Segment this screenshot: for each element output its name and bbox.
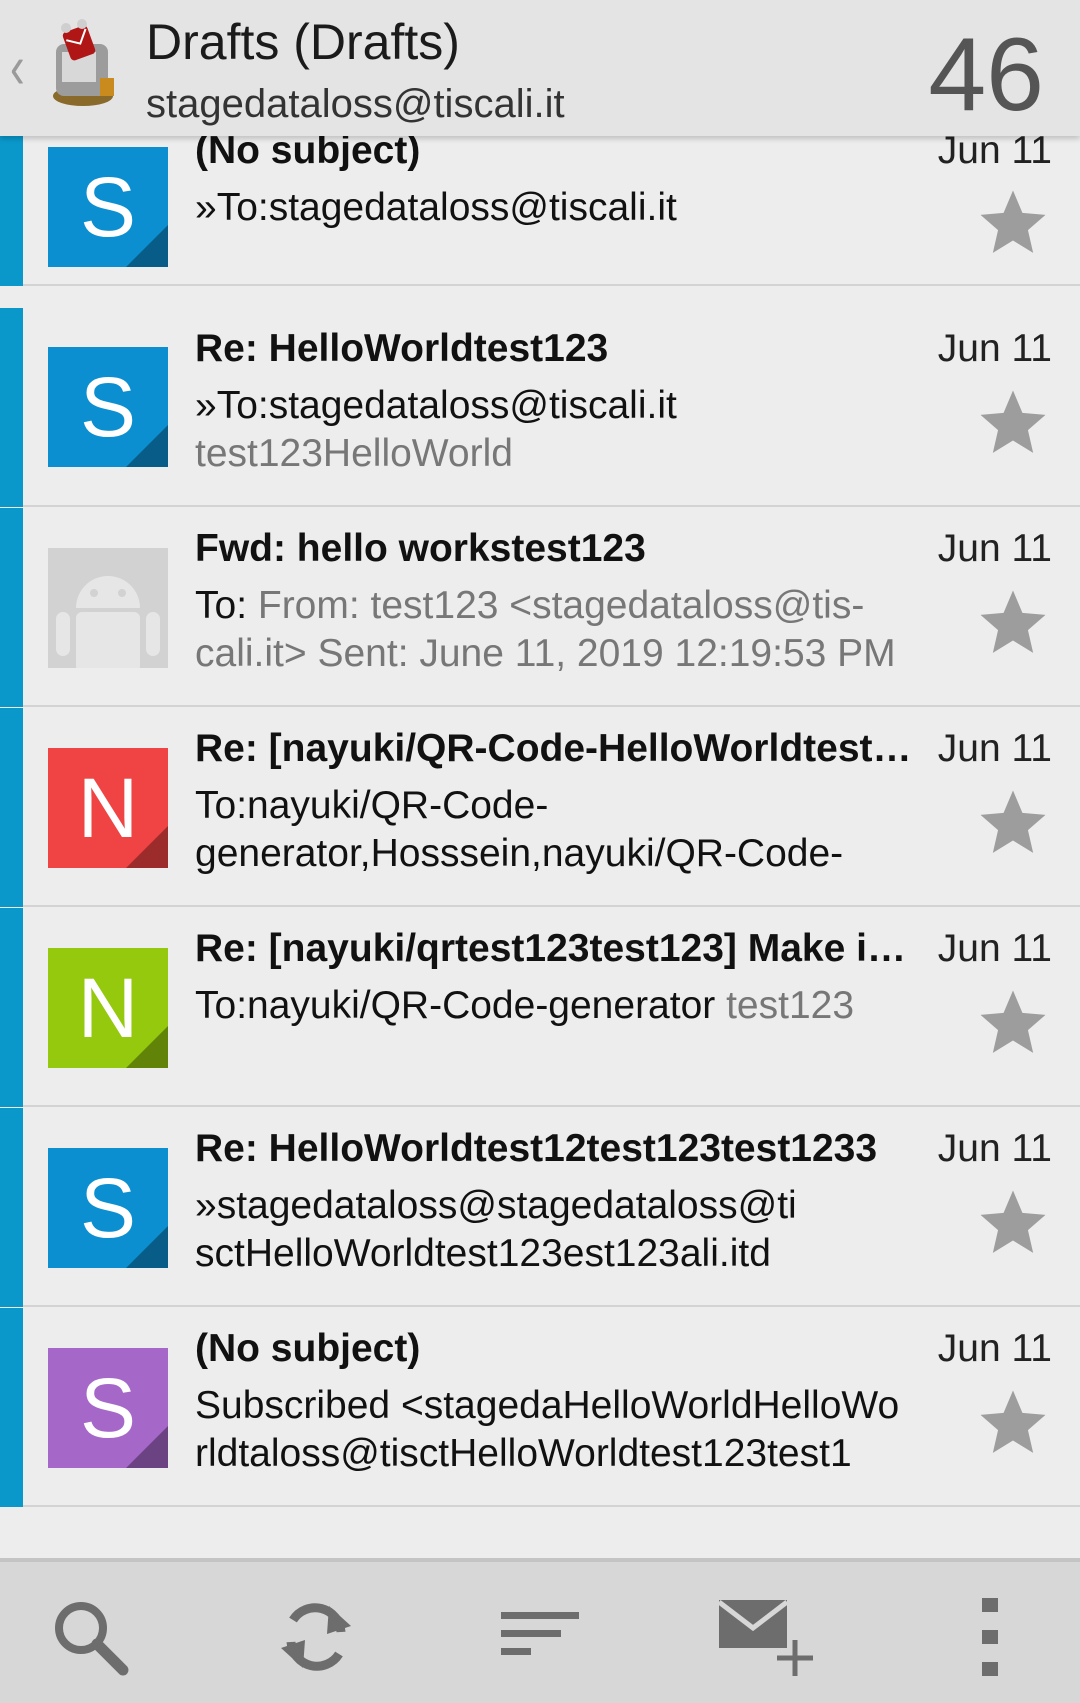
preview-line2: test123HelloWorld [195, 432, 513, 475]
folder-title: Drafts (Drafts) [146, 14, 460, 70]
message-date: Jun 11 [937, 1127, 1052, 1170]
preview-line1: To:nayuki/QR-Code- [195, 784, 549, 827]
message-date: Jun 11 [937, 327, 1052, 370]
avatar: S [48, 1348, 168, 1468]
default-contact-avatar [48, 548, 168, 668]
message-row[interactable]: S (No subject) Jun 11 Subscribed <staged… [0, 1308, 1080, 1507]
message-preview: To:nayuki/QR-Code- generator,Hosssein,na… [195, 782, 950, 878]
search-icon[interactable] [45, 1592, 135, 1682]
preview-line1: To: [195, 584, 258, 627]
row-divider [23, 1105, 1080, 1107]
unread-stripe [0, 908, 23, 1107]
message-row[interactable]: S (No subject) Jun 11 »To:stagedataloss@… [0, 129, 1080, 286]
message-row[interactable]: N Re: [nayuki/qrtest123test123] Make it … [0, 908, 1080, 1107]
message-date: Jun 11 [937, 727, 1052, 770]
message-row[interactable]: N Re: [nayuki/QR-Code-HelloWorldtest123t… [0, 708, 1080, 907]
star-icon[interactable] [974, 1184, 1052, 1262]
avatar: S [48, 147, 168, 267]
message-date: Jun 11 [937, 1327, 1052, 1370]
message-row[interactable]: S Re: HelloWorldtest12test123test1233 Ju… [0, 1108, 1080, 1307]
row-divider [23, 284, 1080, 286]
message-count: 46 [928, 17, 1044, 133]
preview-line1: To:nayuki/QR-Code-generator [195, 984, 727, 1027]
row-divider [23, 1305, 1080, 1307]
account-email: stagedataloss@tiscali.it [146, 82, 565, 126]
preview-line1-muted: From: test123 <stagedataloss@tis- [257, 584, 865, 627]
star-icon[interactable] [974, 784, 1052, 862]
preview-line1: »To:stagedataloss@tiscali.it [195, 384, 677, 427]
star-icon[interactable] [974, 384, 1052, 462]
avatar: S [48, 1148, 168, 1268]
unread-stripe [0, 508, 23, 707]
compose-icon[interactable] [715, 1592, 815, 1682]
message-preview: »To:stagedataloss@tiscali.it test123Hell… [195, 382, 950, 478]
message-preview: To: From: test123 <stagedataloss@tis- ca… [195, 582, 950, 678]
message-date: Jun 11 [937, 927, 1052, 970]
message-subject: Re: HelloWorldtest12test123test1233 [195, 1127, 878, 1170]
unread-stripe [0, 1108, 23, 1307]
message-row[interactable]: Fwd: hello workstest123 Jun 11 To: From:… [0, 508, 1080, 707]
avatar: S [48, 347, 168, 467]
row-divider [23, 1505, 1080, 1507]
mail-app-icon[interactable] [44, 18, 122, 112]
star-icon[interactable] [974, 584, 1052, 662]
unread-stripe [0, 708, 23, 907]
message-date: Jun 11 [937, 527, 1052, 570]
preview-line1-muted: test123 [726, 984, 855, 1027]
unread-stripe [0, 1308, 23, 1507]
preview-line1: »stagedataloss@stagedataloss@ti [195, 1184, 797, 1227]
message-preview: To:nayuki/QR-Code-generator test123 [195, 982, 950, 1030]
bottom-toolbar [0, 1558, 1080, 1703]
star-icon[interactable] [974, 184, 1052, 262]
message-subject: Fwd: hello workstest123 [195, 527, 646, 570]
preview-line1: »To:stagedataloss@tiscali.it [195, 186, 677, 229]
message-preview: »stagedataloss@stagedataloss@ti sctHello… [195, 1182, 950, 1278]
back-chevron-icon[interactable]: ‹ [10, 37, 25, 99]
star-icon[interactable] [974, 1384, 1052, 1462]
preview-line2: rldtaloss@tisctHelloWorldtest123test1 [195, 1432, 852, 1475]
message-row[interactable]: S Re: HelloWorldtest123 Jun 11 »To:stage… [0, 308, 1080, 507]
message-preview: »To:stagedataloss@tiscali.it [195, 184, 950, 232]
message-preview: Subscribed <stagedaHelloWorldHelloWo rld… [195, 1382, 950, 1478]
avatar: N [48, 948, 168, 1068]
android-icon [56, 576, 160, 668]
unread-stripe [0, 134, 23, 286]
message-subject: Re: [nayuki/qrtest123test123] Make it wo… [195, 927, 915, 970]
star-icon[interactable] [974, 984, 1052, 1062]
row-divider [23, 705, 1080, 707]
message-subject: Re: [nayuki/QR-Code-HelloWorldtest123tes… [195, 727, 915, 770]
message-subject: Re: HelloWorldtest123 [195, 327, 609, 370]
app-header: ‹ Drafts (Drafts) stagedataloss@tiscali.… [0, 0, 1080, 136]
overflow-menu-icon[interactable] [945, 1592, 1035, 1682]
message-subject: (No subject) [195, 1327, 421, 1370]
preview-line2: generator,Hosssein,nayuki/QR-Code- [195, 832, 844, 875]
row-divider [23, 905, 1080, 907]
refresh-icon[interactable] [271, 1592, 361, 1682]
row-divider [23, 505, 1080, 507]
preview-line2: cali.it> Sent: June 11, 2019 12:19:53 PM [195, 632, 896, 675]
unread-stripe [0, 308, 23, 507]
sort-icon[interactable] [495, 1592, 585, 1682]
preview-line1: Subscribed <stagedaHelloWorldHelloWo [195, 1384, 900, 1427]
avatar: N [48, 748, 168, 868]
preview-line2: sctHelloWorldtest123est123ali.itd [195, 1232, 771, 1275]
